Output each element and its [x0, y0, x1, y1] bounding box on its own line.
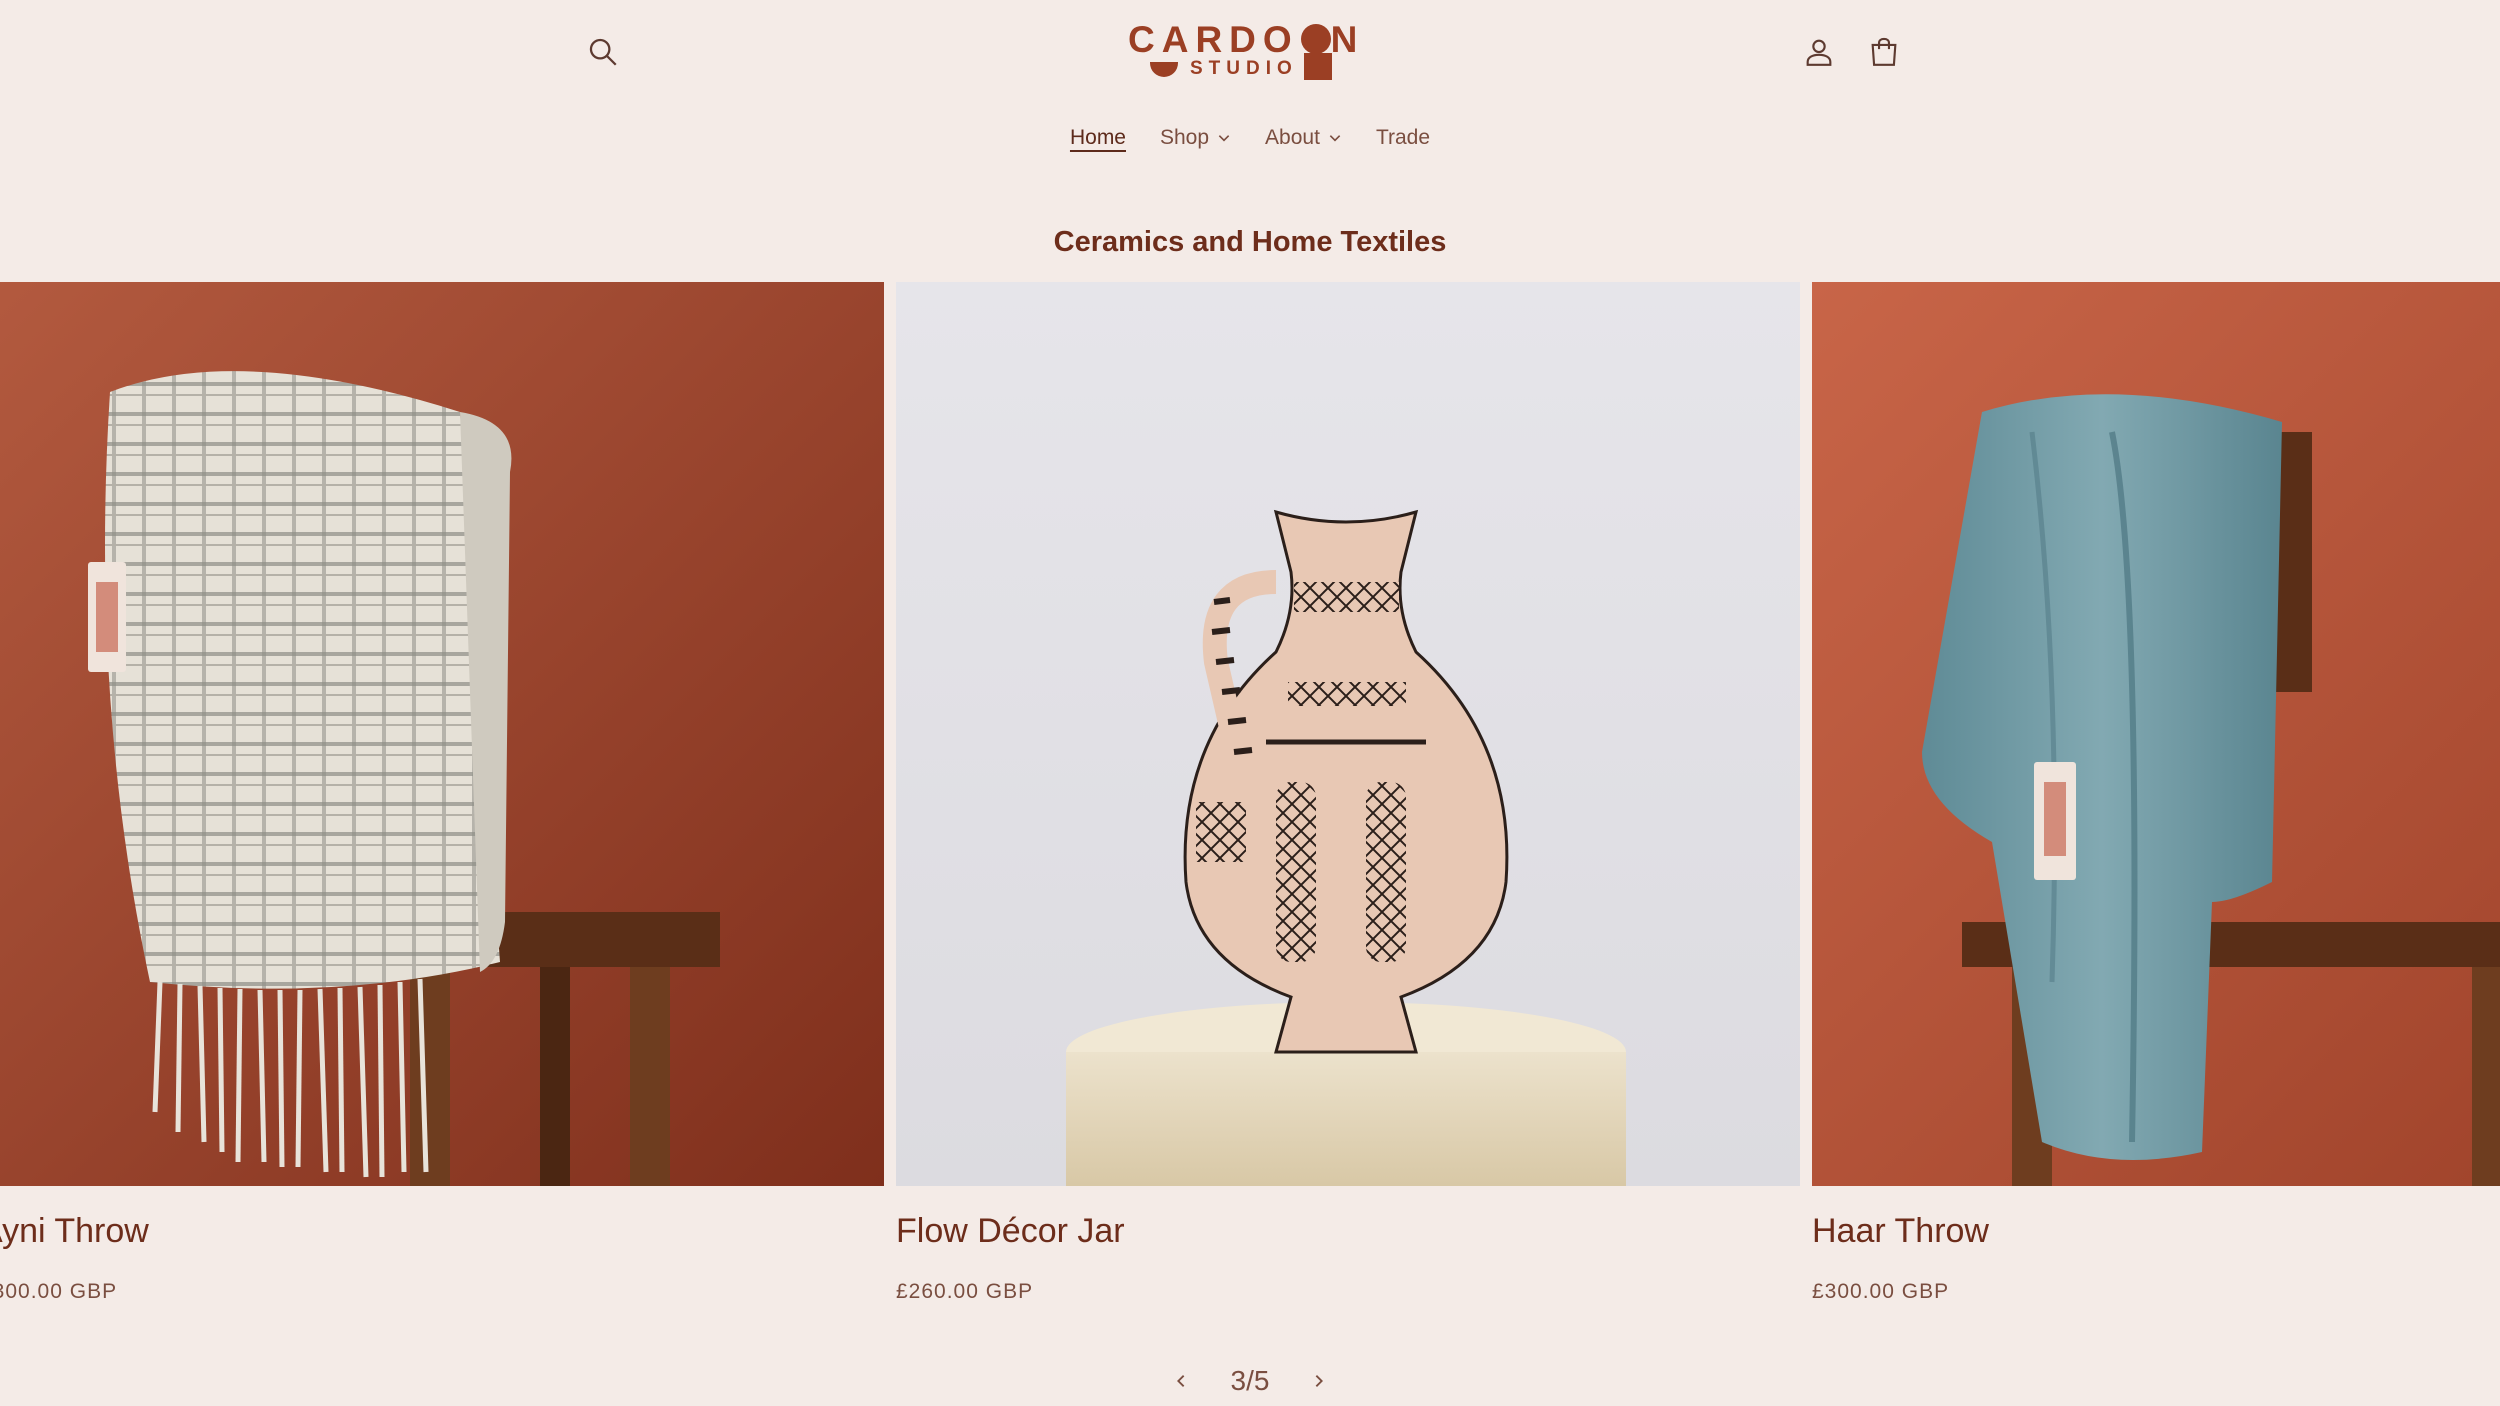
user-icon	[1806, 39, 1832, 66]
logo-wordmark: CARDO N	[1128, 18, 1365, 60]
bag-icon	[1871, 37, 1897, 66]
logo-half-circle	[1150, 61, 1178, 77]
product-title[interactable]: Haar Throw	[1812, 1212, 1989, 1251]
chevron-right-icon	[1316, 1375, 1324, 1387]
product-price: £300.00 GBP	[0, 1280, 118, 1303]
product-price: £300.00 GBP	[1812, 1280, 1950, 1303]
logo-studio-text: STUDIO	[1190, 58, 1298, 79]
chevron-down-icon	[1218, 135, 1230, 142]
throw-image	[0, 282, 884, 1186]
logo-dot	[1300, 24, 1331, 54]
site-logo[interactable]: CARDO N STUDIO	[1128, 21, 1357, 82]
product-title[interactable]: Flow Décor Jar	[896, 1212, 1125, 1251]
nav-item-about[interactable]: About	[1265, 126, 1342, 150]
product-image[interactable]	[0, 282, 884, 1186]
account-button[interactable]	[1789, 22, 1849, 82]
nav-item-trade[interactable]: Trade	[1376, 126, 1430, 150]
site-header: CARDO N STUDIO	[0, 0, 2500, 120]
nav-item-home[interactable]: Home	[1070, 126, 1126, 150]
chevron-down-icon	[1329, 135, 1341, 142]
product-image[interactable]	[896, 282, 1800, 1186]
carousel-pager: 3/5	[1150, 1356, 1350, 1406]
next-slide-button[interactable]	[1299, 1361, 1339, 1401]
search-icon	[589, 38, 617, 66]
previous-slide-button[interactable]	[1161, 1361, 1201, 1401]
product-image[interactable]	[1812, 282, 2500, 1186]
chevron-left-icon	[1176, 1375, 1184, 1387]
search-button[interactable]	[573, 22, 633, 82]
slide-counter: 3/5	[1230, 1365, 1270, 1396]
section-title: Ceramics and Home Textiles	[1053, 226, 1447, 259]
product-price: £260.00 GBP	[896, 1280, 1034, 1303]
throw-image	[1812, 282, 2500, 1186]
cart-button[interactable]	[1854, 22, 1914, 82]
product-title[interactable]: Ayni Throw	[0, 1212, 149, 1251]
product-carousel: Ayni Throw £300.00 GBP	[0, 282, 2500, 1406]
jar-image	[896, 282, 1800, 1186]
main-nav: Home Shop About Trade	[0, 118, 2500, 158]
logo-square	[1303, 52, 1332, 80]
nav-item-shop[interactable]: Shop	[1160, 126, 1231, 150]
